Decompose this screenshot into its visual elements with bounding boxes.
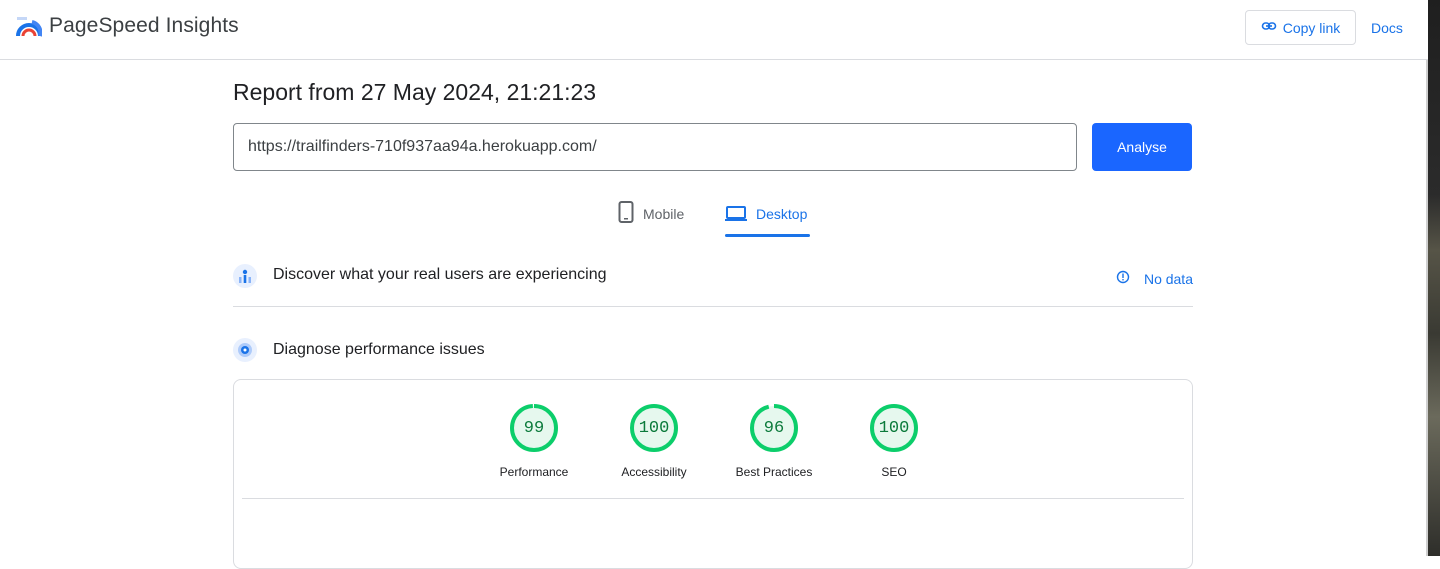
diagnose-title: Diagnose performance issues [273,341,485,358]
link-icon [1261,18,1277,37]
score-value: 100 [878,419,910,438]
score-gauge-performance[interactable]: 99 Performance [484,403,584,479]
score-value: 100 [638,419,670,438]
laptop-icon [725,201,747,225]
copy-link-label: Copy link [1282,19,1341,36]
info-circle-icon [1116,270,1130,287]
tab-mobile-label: Mobile [643,206,685,222]
no-data-label: No data [1143,270,1193,287]
score-label: Best Practices [735,465,813,479]
no-data-status[interactable]: No data [1116,270,1193,287]
score-label: Accessibility [621,465,687,479]
report-title: Report from 27 May 2024, 21:21:23 [233,79,597,105]
scores-card: 99 Performance 100 Accessibility 96 Best… [233,379,1193,569]
target-icon [233,338,257,362]
pagespeed-logo-icon[interactable] [16,14,43,40]
real-users-title: Discover what your real users are experi… [273,266,607,283]
diagnose-section: Diagnose performance issues [233,338,1193,366]
score-label: Performance [499,465,569,479]
score-gauge-seo[interactable]: 100 SEO [844,403,944,479]
top-app-bar: PageSpeed Insights Copy link Docs [0,0,1428,60]
phone-icon [618,201,634,226]
tab-desktop[interactable]: Desktop [725,201,807,237]
score-gauge-accessibility[interactable]: 100 Accessibility [604,403,704,479]
score-value: 96 [763,419,785,438]
copy-link-button[interactable]: Copy link [1245,10,1356,45]
brand-title[interactable]: PageSpeed Insights [49,14,239,38]
score-value: 99 [523,419,545,438]
docs-link[interactable]: Docs [1371,20,1403,36]
background-photo-strip [1428,0,1440,556]
score-gauge-best-practices[interactable]: 96 Best Practices [724,403,824,479]
tab-desktop-label: Desktop [756,206,808,222]
real-users-section: Discover what your real users are experi… [233,263,1193,291]
analyse-button[interactable]: Analyse [1092,123,1192,171]
users-chart-icon [233,264,257,288]
card-divider [242,498,1184,499]
tab-mobile[interactable]: Mobile [618,201,684,237]
section-divider [233,306,1193,307]
url-input[interactable] [233,123,1077,171]
active-tab-indicator [725,234,810,237]
score-label: SEO [881,465,907,479]
